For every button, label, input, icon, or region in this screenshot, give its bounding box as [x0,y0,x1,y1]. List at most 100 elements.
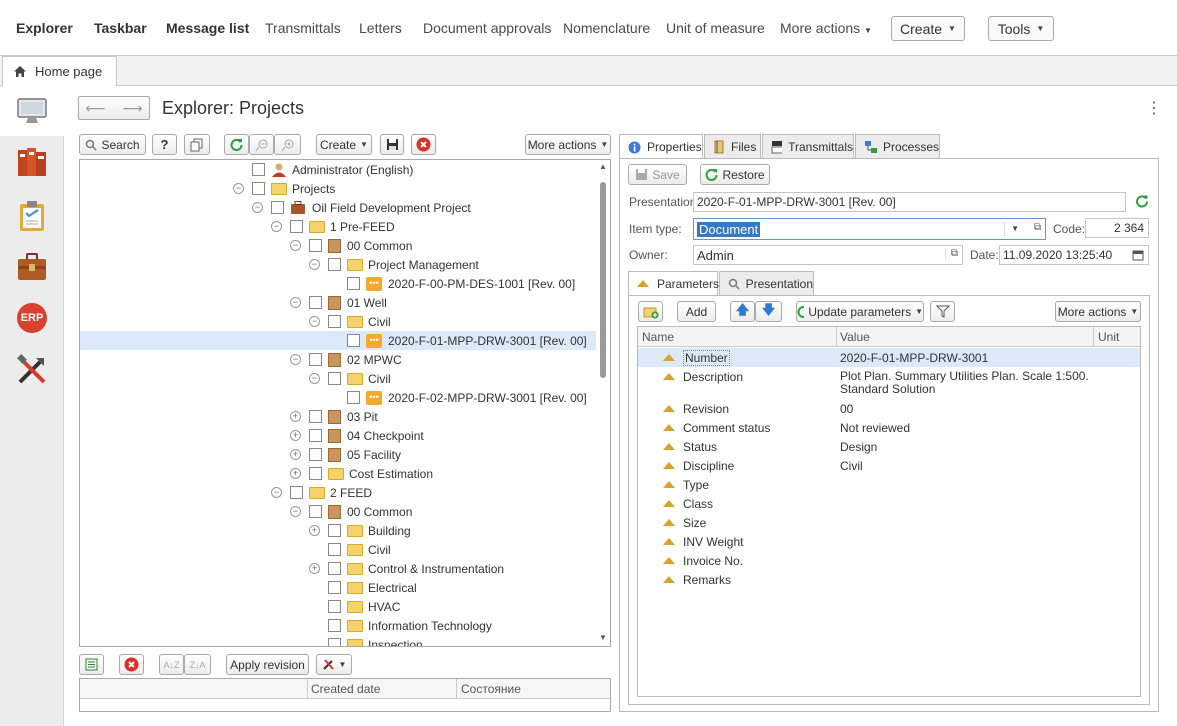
search-button[interactable]: Search [79,134,146,155]
tree-node[interactable]: − 2 FEED [271,483,372,502]
tab-properties[interactable]: Properties [619,134,703,159]
scroll-up-icon[interactable]: ▲ [599,162,607,171]
nav-unit-of-measure[interactable]: Unit of measure [666,20,765,36]
tools-button[interactable]: Tools ▼ [988,16,1054,41]
tree-checkbox[interactable] [328,581,341,594]
update-parameters-button[interactable]: Update parameters ▼ [796,301,924,322]
tree-node[interactable]: − Projects [233,179,335,198]
tree-create-button[interactable]: Create ▼ [316,134,372,155]
refresh-icon[interactable] [1135,194,1149,208]
collapse-icon[interactable]: − [252,202,263,213]
nav-taskbar[interactable]: Taskbar [94,20,147,36]
tree-checkbox[interactable] [290,486,303,499]
tree-more-actions-button[interactable]: More actions ▼ [525,134,611,155]
tree-checkbox[interactable] [347,277,360,290]
move-down-button[interactable]: 🡇 [755,301,782,322]
collapse-icon[interactable]: − [271,487,282,498]
add-folder-button[interactable] [638,301,663,322]
tree-checkbox[interactable] [309,410,322,423]
collapse-all-button[interactable] [249,134,274,155]
param-row[interactable]: Revision 00 [638,399,1140,418]
nav-nomenclature[interactable]: Nomenclature [563,20,650,36]
tab-processes[interactable]: Processes [855,134,940,158]
tree-checkbox[interactable] [271,201,284,214]
column-header[interactable] [80,679,308,699]
calendar-icon[interactable] [1132,249,1144,261]
column-header-created-date[interactable]: Created date [311,682,380,696]
tree-node[interactable]: − Civil [309,312,391,331]
tree-checkbox[interactable] [328,258,341,271]
tree-checkbox[interactable] [347,391,360,404]
tree-scrollbar[interactable]: ▲ ▼ [598,160,608,646]
tools-dropdown-button[interactable]: ▼ [316,654,352,675]
filter-button[interactable] [930,301,955,322]
collapse-icon[interactable]: − [309,316,320,327]
chevron-down-icon[interactable]: ▼ [1004,222,1019,236]
sidebar-item-erp[interactable]: ERP [14,300,50,336]
save-disk-button[interactable] [380,134,404,155]
expand-icon[interactable]: + [290,449,301,460]
forward-arrow-icon[interactable]: ⟶ [122,100,142,117]
tree-checkbox[interactable] [309,505,322,518]
list-settings-button[interactable] [79,654,104,675]
copy-button[interactable] [184,134,210,155]
bottom-delete-button[interactable] [119,654,144,675]
expand-icon[interactable]: + [290,411,301,422]
tree-checkbox[interactable] [328,638,341,646]
tree-checkbox[interactable] [328,315,341,328]
open-item-icon[interactable]: ⧉ [1034,222,1041,233]
sidebar-item-projects[interactable] [14,249,50,285]
sort-descending-button[interactable]: Z↓A [184,654,211,675]
nav-more-actions[interactable]: More actions ▼ [780,20,872,36]
collapse-icon[interactable]: − [233,183,244,194]
tree-checkbox[interactable] [328,372,341,385]
tree-checkbox[interactable] [328,524,341,537]
tree-checkbox[interactable] [309,429,322,442]
tree-node[interactable]: − 00 Common [290,236,412,255]
tree-node[interactable]: +04 Checkpoint [290,426,424,445]
tree-checkbox[interactable] [309,239,322,252]
expand-all-button[interactable] [274,134,301,155]
tree-node[interactable]: − Project Management [309,255,479,274]
owner-field[interactable]: Admin ⧉ [693,245,963,265]
tree-node[interactable]: − Oil Field Development Project [252,198,471,217]
param-row[interactable]: Discipline Civil [638,456,1140,475]
create-button[interactable]: Create ▼ [891,16,965,41]
param-row[interactable]: Status Design [638,437,1140,456]
tree-node[interactable]: Administrator (English) [252,160,413,179]
column-header-unit[interactable]: Unit [1098,330,1119,344]
delete-button[interactable] [411,134,436,155]
param-row-selected[interactable]: Number 2020-F-01-MPP-DRW-3001 [638,348,1140,367]
nav-message-list[interactable]: Message list [166,20,249,36]
tree-node[interactable]: ••• 2020-F-02-MPP-DRW-3001 [Rev. 00] [347,388,587,407]
param-row[interactable]: Class [638,494,1140,513]
column-header-state[interactable]: Состояние [461,682,521,696]
param-row[interactable]: Description Plot Plan. Summary Utilities … [638,367,1140,399]
tab-parameters[interactable]: Parameters [628,271,719,295]
tree-node[interactable]: − 02 MPWC [290,350,402,369]
tree-node[interactable]: Electrical [328,578,417,597]
tree-checkbox[interactable] [328,600,341,613]
back-arrow-icon[interactable]: ⟵ [85,100,105,117]
tree-node[interactable]: Civil [328,540,391,559]
param-row[interactable]: Size [638,513,1140,532]
tree-checkbox[interactable] [290,220,303,233]
collapse-icon[interactable]: − [290,354,301,365]
sidebar-item-documents[interactable] [14,144,50,180]
tab-transmittals[interactable]: Transmittals [762,134,854,158]
nav-document-approvals[interactable]: Document approvals [423,20,551,36]
tree-node[interactable]: ••• 2020-F-00-PM-DES-1001 [Rev. 00] [347,274,575,293]
collapse-icon[interactable]: − [290,297,301,308]
tree-node[interactable]: − 1 Pre-FEED [271,217,395,236]
tab-files[interactable]: Files [704,134,761,158]
tree-node[interactable]: − 01 Well [290,293,387,312]
tree-node[interactable]: − Civil [309,369,391,388]
param-row[interactable]: Invoice No. [638,551,1140,570]
expand-icon[interactable]: + [309,525,320,536]
tree-node[interactable]: Information Technology [328,616,492,635]
collapse-icon[interactable]: − [271,221,282,232]
item-type-select[interactable]: Document ▼ ⧉ [693,218,1046,240]
presentation-field[interactable]: 2020-F-01-MPP-DRW-3001 [Rev. 00] [693,192,1126,212]
tree-checkbox[interactable] [309,296,322,309]
nav-explorer[interactable]: Explorer [16,20,73,36]
